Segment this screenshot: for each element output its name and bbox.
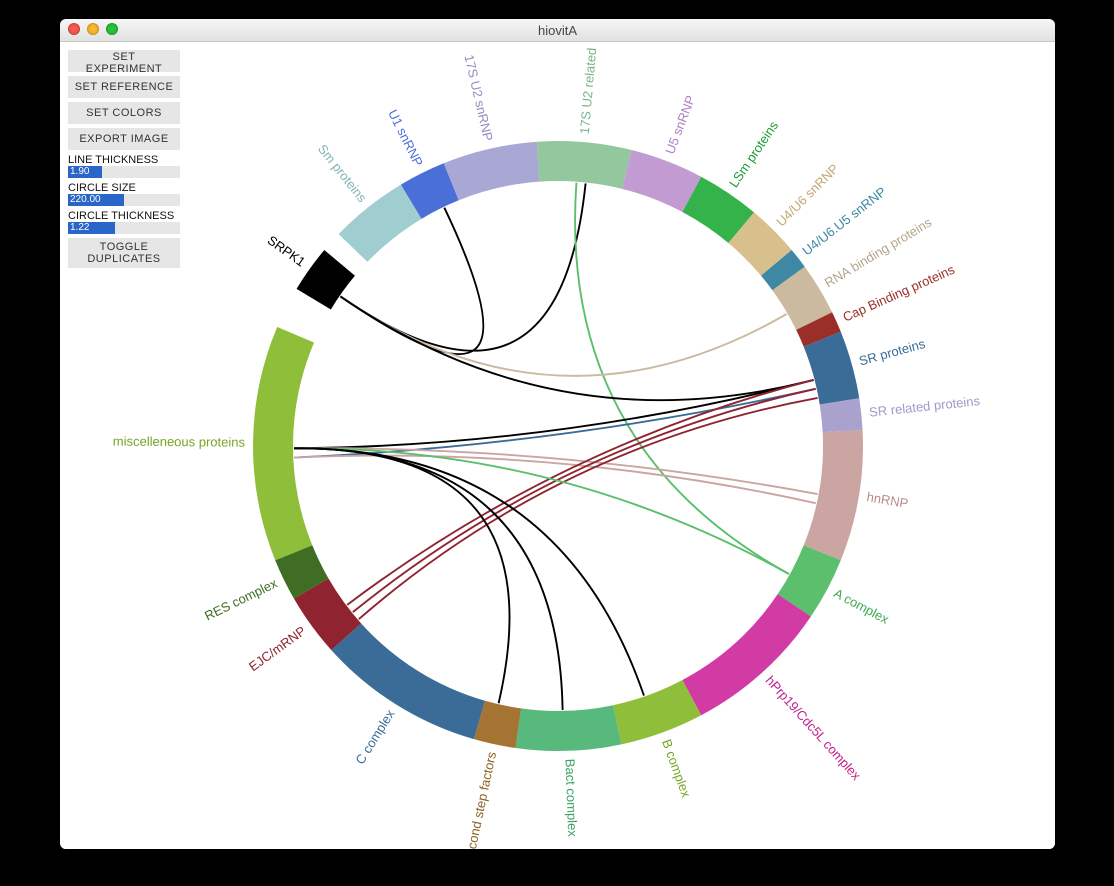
chord-link[interactable] (340, 296, 813, 400)
chord-link[interactable] (294, 448, 563, 710)
ring-label: Bact complex (562, 759, 580, 838)
ring-segment[interactable] (536, 141, 631, 189)
line-thickness-value: 1.90 (70, 166, 89, 177)
ring-segment[interactable] (443, 142, 539, 201)
ring-label: 17S U2 related (576, 47, 599, 135)
zoom-icon[interactable] (106, 23, 118, 35)
ring-label: Sm proteins (314, 141, 369, 205)
ring-label: EJC/mRNP (245, 623, 308, 674)
ring-label: U5 snRNP (662, 93, 698, 156)
ring-label: U1 snRNP (385, 107, 426, 169)
chord-link[interactable] (294, 448, 789, 574)
app-window: hiovitA SET EXPERIMENT SET REFERENCE SET… (60, 19, 1055, 849)
ring-segment[interactable] (253, 327, 314, 560)
ring-label: miscelleneous proteins (112, 434, 245, 450)
ring-label: U4/U6 snRNP (773, 161, 841, 229)
ring-label: C complex (352, 706, 398, 766)
ring-label: hPrp19/Cdc5L complex (762, 673, 864, 783)
ring-label: B complex (659, 737, 694, 800)
ring-label: SRPK1 (264, 233, 307, 270)
ring-segment[interactable] (515, 705, 621, 751)
ring-label: LSm proteins (725, 118, 781, 190)
ring-label: 17S U2 snRNP (461, 53, 495, 142)
ring-label: SR proteins (857, 336, 927, 369)
ring-label: A complex (831, 585, 891, 627)
ring-segment[interactable] (803, 430, 862, 560)
traffic-lights (68, 23, 118, 35)
chord-link[interactable] (294, 389, 815, 458)
ring-layer (253, 141, 863, 751)
content-area: SET EXPERIMENT SET REFERENCE SET COLORS … (60, 42, 1055, 849)
ring-label: Second step factors (460, 750, 499, 849)
close-icon[interactable] (68, 23, 80, 35)
minimize-icon[interactable] (87, 23, 99, 35)
ring-label: RES complex (202, 575, 280, 623)
chord-diagram[interactable]: Sm proteins U1 snRNP 17S U2 snRNP 17S U2 re… (108, 42, 1008, 849)
circle-thickness-value: 1.22 (70, 222, 89, 233)
chord-links-layer (294, 183, 818, 710)
ring-label: SR related proteins (868, 393, 981, 420)
ring-segment[interactable] (331, 623, 485, 739)
ring-label: hnRNP (865, 489, 909, 511)
circle-size-value: 220.00 (70, 194, 101, 205)
window-title: hiovitA (60, 23, 1055, 38)
titlebar[interactable]: hiovitA (60, 19, 1055, 42)
